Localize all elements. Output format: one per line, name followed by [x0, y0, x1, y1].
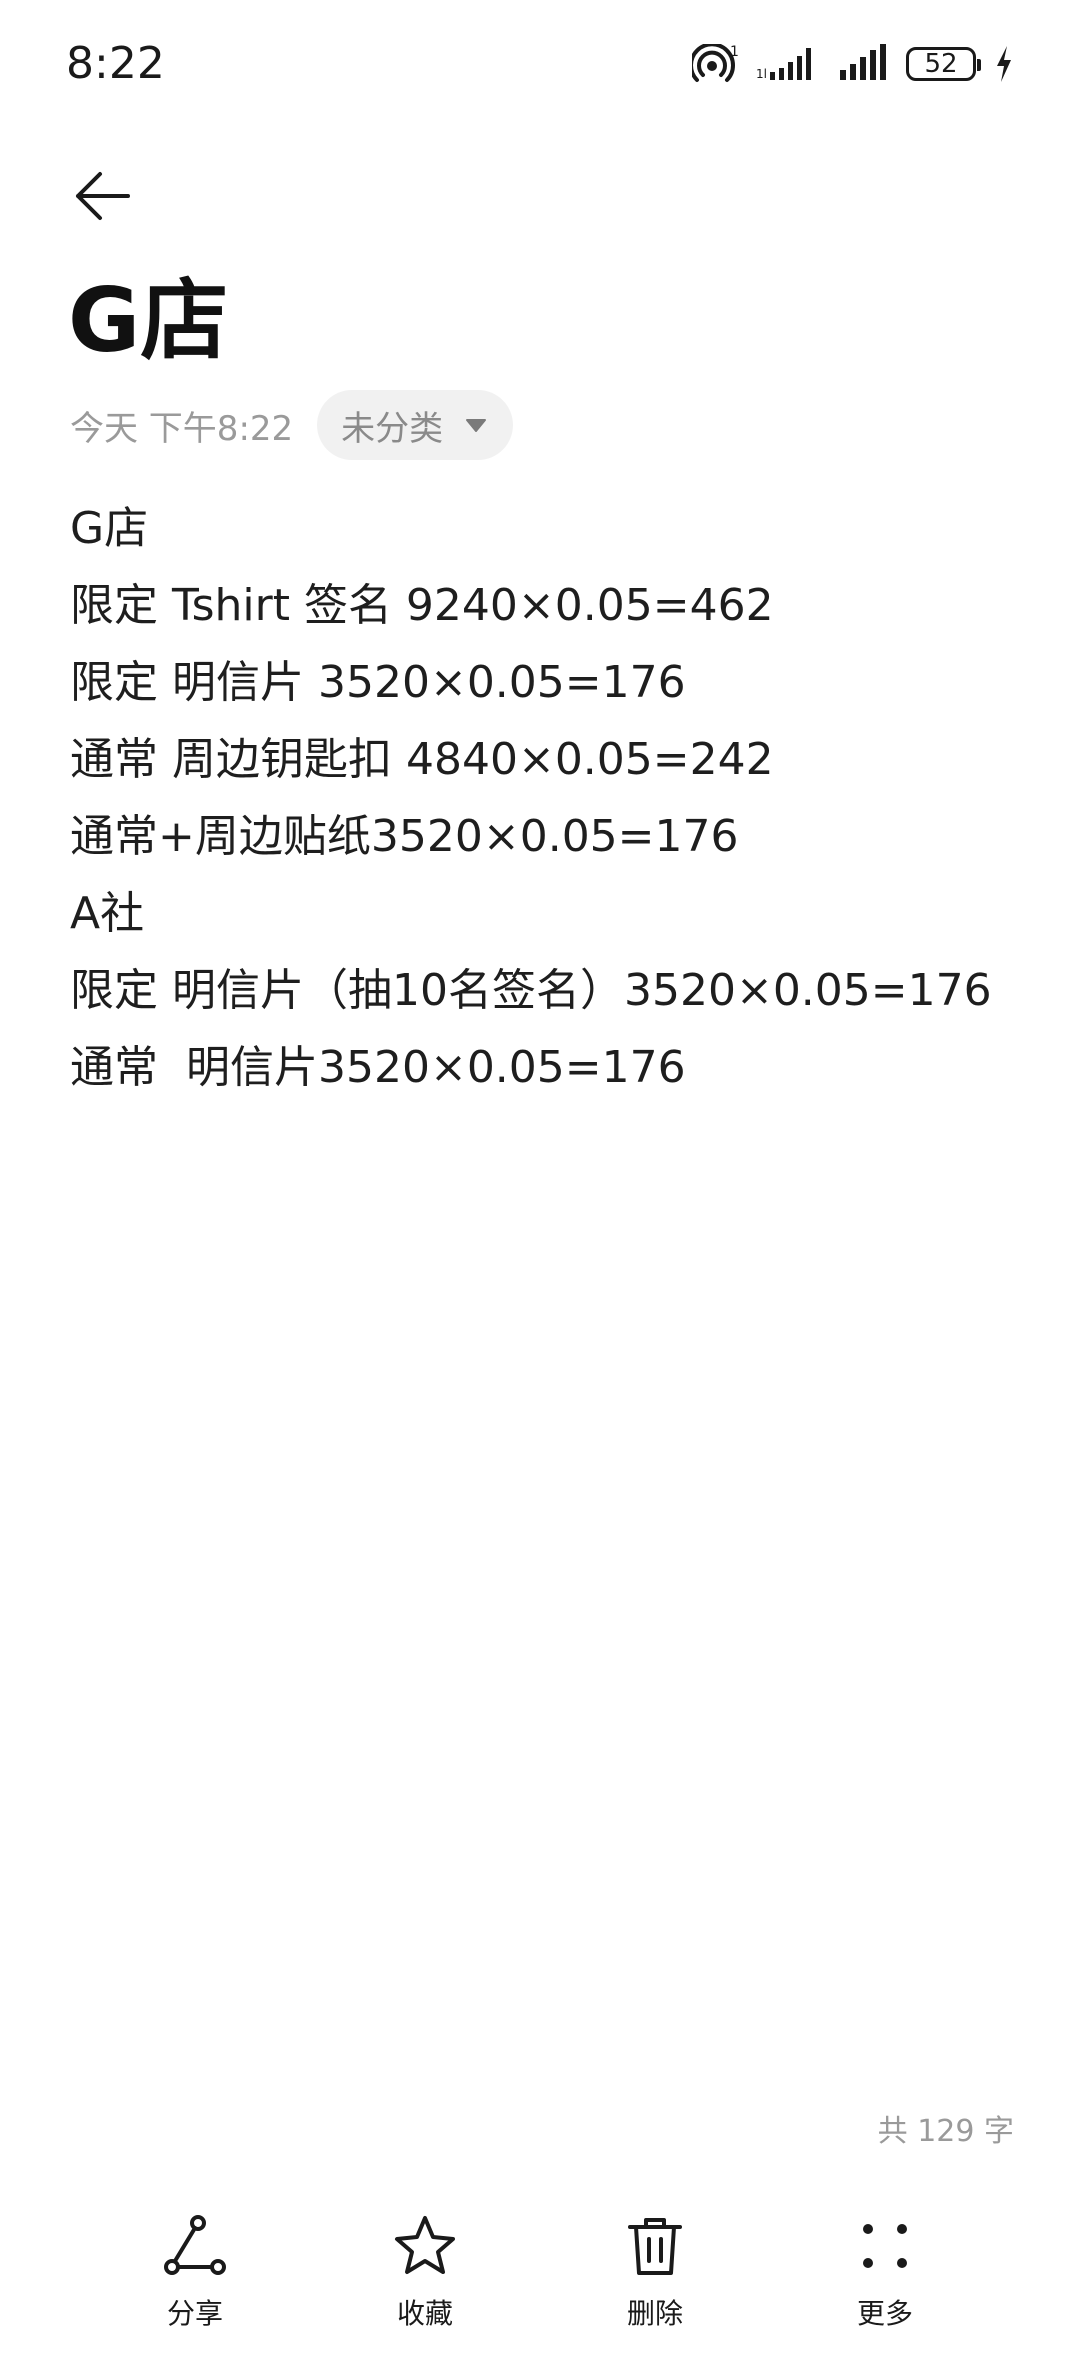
note-line: 通常 明信片3520×0.05=176: [70, 1042, 686, 1093]
hotspot-icon: 1: [692, 44, 738, 84]
note-detail-screen: 8:22 1 1l 52 G店 今天 下午8:22 未分类 G店 限定 Tshi…: [0, 0, 1080, 2373]
note-title[interactable]: G店: [68, 266, 228, 376]
more-button[interactable]: 更多: [805, 2210, 965, 2360]
charging-icon: [994, 44, 1014, 84]
star-icon: [389, 2210, 461, 2282]
share-button[interactable]: 分享: [115, 2210, 275, 2360]
dropdown-triangle-icon: [466, 419, 487, 432]
note-line: 通常 周边钥匙扣 4840×0.05=242: [70, 734, 774, 785]
note-line: A社: [70, 888, 145, 939]
battery-icon: 52: [906, 47, 981, 81]
note-line: 限定 明信片（抽10名签名）3520×0.05=176: [70, 965, 992, 1016]
note-line: 限定 明信片 3520×0.05=176: [70, 657, 686, 708]
status-icons: 1 1l 52: [692, 40, 1014, 88]
back-button[interactable]: [66, 160, 138, 232]
delete-label: 删除: [626, 2297, 683, 2330]
note-meta: 今天 下午8:22 未分类: [70, 390, 514, 460]
bottom-toolbar: 分享 收藏 删除 更多: [0, 2210, 1080, 2360]
more-icon: [849, 2210, 921, 2282]
svg-text:1: 1: [730, 44, 738, 60]
delete-button[interactable]: 删除: [575, 2210, 735, 2360]
status-time: 8:22: [66, 38, 165, 89]
back-arrow-icon: [76, 172, 130, 220]
note-date: 今天 下午8:22: [70, 408, 294, 449]
svg-text:1l: 1l: [756, 67, 767, 81]
signal-icon: [838, 44, 888, 84]
note-body[interactable]: G店 限定 Tshirt 签名 9240×0.05=462 限定 明信片 352…: [70, 490, 1030, 1106]
share-icon: [159, 2210, 231, 2282]
category-label: 未分类: [341, 408, 444, 449]
word-count: 共 129 字: [877, 2114, 1014, 2149]
share-label: 分享: [166, 2297, 223, 2330]
favorite-button[interactable]: 收藏: [345, 2210, 505, 2360]
note-line: 通常+周边贴纸3520×0.05=176: [70, 811, 739, 862]
favorite-label: 收藏: [396, 2297, 453, 2330]
signal-icon: 1l: [756, 44, 820, 84]
note-line: 限定 Tshirt 签名 9240×0.05=462: [70, 580, 774, 631]
trash-icon: [619, 2210, 691, 2282]
status-bar: 8:22 1 1l 52: [0, 0, 1080, 120]
note-line: G店: [70, 503, 149, 554]
category-dropdown[interactable]: 未分类: [317, 390, 514, 460]
more-label: 更多: [856, 2297, 913, 2330]
